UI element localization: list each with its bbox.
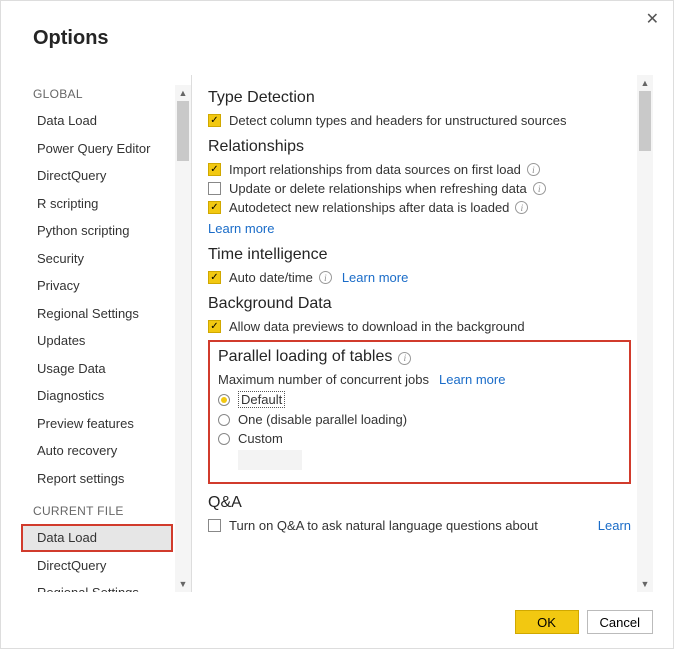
label-max-concurrent-jobs: Maximum number of concurrent jobs — [218, 372, 429, 387]
label-radio-default: Default — [238, 391, 285, 408]
label-import-relationships: Import relationships from data sources o… — [229, 162, 521, 177]
section-time-intelligence: Time intelligence — [208, 246, 631, 264]
info-icon[interactable] — [515, 201, 528, 214]
sidebar-item-security[interactable]: Security — [21, 245, 173, 273]
dialog-title: Options — [1, 1, 673, 50]
label-radio-one: One (disable parallel loading) — [238, 412, 407, 427]
checkbox-detect-column-types[interactable] — [208, 114, 221, 127]
section-background-data: Background Data — [208, 295, 631, 313]
dialog-footer: OK Cancel — [515, 610, 653, 634]
label-update-relationships: Update or delete relationships when refr… — [229, 181, 527, 196]
sidebar-header-global: GLOBAL — [33, 87, 173, 101]
highlight-parallel-loading: Parallel loading of tables Maximum numbe… — [208, 340, 631, 484]
sidebar-item-diagnostics[interactable]: Diagnostics — [21, 382, 173, 410]
sidebar-item-r-scripting[interactable]: R scripting — [21, 190, 173, 218]
scroll-down-icon[interactable]: ▼ — [637, 576, 653, 592]
sidebar-item-usage-data[interactable]: Usage Data — [21, 355, 173, 383]
radio-custom[interactable] — [218, 433, 230, 445]
checkbox-allow-data-previews[interactable] — [208, 320, 221, 333]
info-icon[interactable] — [319, 271, 332, 284]
sidebar-item-data-load-current[interactable]: Data Load — [21, 524, 173, 552]
label-turn-on-qa: Turn on Q&A to ask natural language ques… — [229, 518, 538, 533]
info-icon[interactable] — [527, 163, 540, 176]
scroll-up-icon[interactable]: ▲ — [175, 85, 191, 101]
sidebar-item-directquery-global[interactable]: DirectQuery — [21, 162, 173, 190]
sidebar-item-updates[interactable]: Updates — [21, 327, 173, 355]
section-qa: Q&A — [208, 494, 631, 512]
section-relationships: Relationships — [208, 138, 631, 156]
scroll-down-icon[interactable]: ▼ — [175, 576, 191, 592]
close-button[interactable]: ✕ — [646, 9, 659, 29]
content-scrollbar[interactable]: ▲ ▼ — [637, 75, 653, 592]
ok-button[interactable]: OK — [515, 610, 579, 634]
sidebar-item-regional-settings-current[interactable]: Regional Settings — [21, 579, 173, 592]
link-learn-qa[interactable]: Learn — [598, 518, 631, 533]
info-icon[interactable] — [398, 352, 411, 365]
sidebar-item-auto-recovery[interactable]: Auto recovery — [21, 437, 173, 465]
scroll-thumb[interactable] — [639, 91, 651, 151]
divider — [191, 75, 192, 592]
scroll-up-icon[interactable]: ▲ — [637, 75, 653, 91]
link-learn-more-time[interactable]: Learn more — [342, 270, 408, 285]
link-learn-more-parallel[interactable]: Learn more — [439, 372, 505, 387]
section-parallel-loading: Parallel loading of tables — [218, 348, 619, 366]
scroll-thumb[interactable] — [177, 101, 189, 161]
label-detect-column-types: Detect column types and headers for unst… — [229, 113, 566, 128]
sidebar-item-privacy-global[interactable]: Privacy — [21, 272, 173, 300]
content-pane: Type Detection Detect column types and h… — [206, 75, 653, 592]
sidebar-item-power-query-editor[interactable]: Power Query Editor — [21, 135, 173, 163]
label-allow-data-previews: Allow data previews to download in the b… — [229, 319, 525, 334]
checkbox-autodetect-relationships[interactable] — [208, 201, 221, 214]
section-type-detection: Type Detection — [208, 89, 631, 107]
label-radio-custom: Custom — [238, 431, 283, 446]
radio-one[interactable] — [218, 414, 230, 426]
sidebar-item-regional-settings-global[interactable]: Regional Settings — [21, 300, 173, 328]
label-auto-date-time: Auto date/time — [229, 270, 313, 285]
sidebar-item-python-scripting[interactable]: Python scripting — [21, 217, 173, 245]
info-icon[interactable] — [533, 182, 546, 195]
sidebar-item-preview-features[interactable]: Preview features — [21, 410, 173, 438]
checkbox-update-relationships[interactable] — [208, 182, 221, 195]
checkbox-turn-on-qa[interactable] — [208, 519, 221, 532]
sidebar-header-current-file: CURRENT FILE — [33, 504, 173, 518]
dialog-body: GLOBAL Data Load Power Query Editor Dire… — [21, 75, 653, 592]
sidebar-item-report-settings[interactable]: Report settings — [21, 465, 173, 493]
sidebar-scrollbar[interactable]: ▲ ▼ — [175, 85, 191, 592]
checkbox-auto-date-time[interactable] — [208, 271, 221, 284]
radio-default[interactable] — [218, 394, 230, 406]
cancel-button[interactable]: Cancel — [587, 610, 653, 634]
checkbox-import-relationships[interactable] — [208, 163, 221, 176]
sidebar-item-data-load-global[interactable]: Data Load — [21, 107, 173, 135]
sidebar: GLOBAL Data Load Power Query Editor Dire… — [21, 75, 191, 592]
input-custom-jobs[interactable] — [238, 450, 302, 470]
sidebar-item-directquery-current[interactable]: DirectQuery — [21, 552, 173, 580]
link-learn-more-relationships[interactable]: Learn more — [208, 221, 274, 236]
label-autodetect-relationships: Autodetect new relationships after data … — [229, 200, 509, 215]
